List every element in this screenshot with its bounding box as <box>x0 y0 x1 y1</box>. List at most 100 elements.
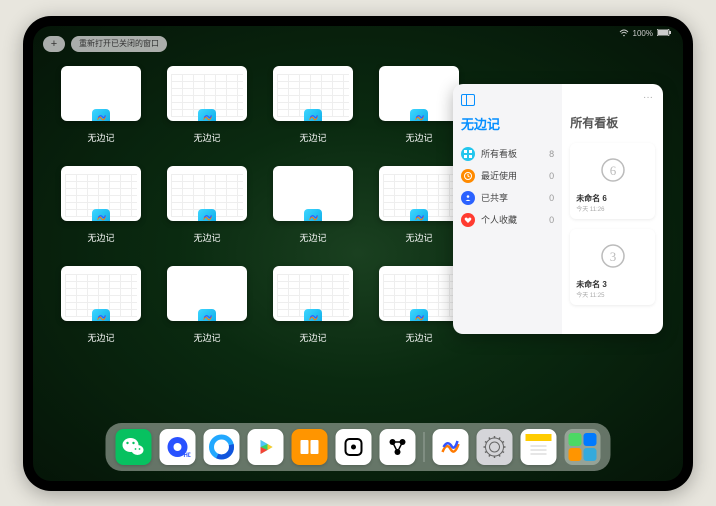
dice-app-icon[interactable] <box>336 429 372 465</box>
window-thumbnail[interactable]: 无边记 <box>61 166 141 244</box>
settings-app-icon[interactable] <box>477 429 513 465</box>
window-thumbnail[interactable]: 无边记 <box>167 166 247 244</box>
svg-text:3: 3 <box>609 249 616 264</box>
freeform-app-icon <box>198 209 216 221</box>
window-thumbnail[interactable]: 无边记 <box>379 166 459 244</box>
board-preview: 6 <box>576 149 649 191</box>
wifi-icon <box>619 29 629 39</box>
thumbnail-preview <box>167 166 247 221</box>
window-grid: 无边记 无边记 无边记 无边记 无边记 无边记 无边记 无边记 <box>61 66 459 344</box>
thumbnail-preview <box>379 166 459 221</box>
window-thumbnail[interactable]: 无边记 <box>167 266 247 344</box>
board-title: 未命名 3 <box>576 279 649 290</box>
thumbnail-preview <box>167 266 247 321</box>
clock-icon <box>461 169 475 183</box>
connect-app-icon[interactable] <box>380 429 416 465</box>
freeform-app-icon <box>410 309 428 321</box>
sidebar-item-grid[interactable]: 所有看板 8 <box>461 143 554 165</box>
window-thumbnail[interactable]: 无边记 <box>61 66 141 144</box>
share-icon <box>461 191 475 205</box>
thumbnail-label: 无边记 <box>193 231 220 244</box>
window-thumbnail[interactable]: 无边记 <box>167 66 247 144</box>
window-thumbnail[interactable]: 无边记 <box>273 266 353 344</box>
battery-icon <box>657 29 671 38</box>
thumbnail-preview <box>167 66 247 121</box>
top-bar: + 重新打开已关闭的窗口 <box>43 36 167 52</box>
thumbnail-label: 无边记 <box>87 231 114 244</box>
browser1-app-icon[interactable]: HD <box>160 429 196 465</box>
browser2-app-icon[interactable] <box>204 429 240 465</box>
thumbnail-label: 无边记 <box>405 131 432 144</box>
more-icon[interactable]: ··· <box>643 92 653 103</box>
card-title: 无边记 <box>461 114 554 133</box>
nav-count: 0 <box>549 215 554 225</box>
sidebar-toggle-icon[interactable] <box>461 94 475 106</box>
freeform-app-icon <box>92 109 110 121</box>
ipad-device: 100% + 重新打开已关闭的窗口 无边记 无边记 无边记 <box>23 16 693 491</box>
thumbnail-preview <box>273 66 353 121</box>
board-title: 未命名 6 <box>576 193 649 204</box>
sidebar-item-heart[interactable]: 个人收藏 0 <box>461 209 554 231</box>
thumbnail-preview <box>379 66 459 121</box>
thumbnail-preview <box>61 266 141 321</box>
board-subtitle: 今天 11:26 <box>576 204 649 213</box>
freeform-app-icon <box>92 209 110 221</box>
nav-count: 8 <box>549 149 554 159</box>
screen: 100% + 重新打开已关闭的窗口 无边记 无边记 无边记 <box>33 26 683 481</box>
thumbnail-preview <box>61 66 141 121</box>
app-library-folder[interactable] <box>565 429 601 465</box>
thumbnail-label: 无边记 <box>193 331 220 344</box>
wechat-app-icon[interactable] <box>116 429 152 465</box>
board-subtitle: 今天 11:25 <box>576 290 649 299</box>
window-thumbnail[interactable]: 无边记 <box>273 166 353 244</box>
freeform-app-icon[interactable] <box>433 429 469 465</box>
svg-text:6: 6 <box>609 163 616 178</box>
freeform-app-icon <box>410 109 428 121</box>
window-thumbnail[interactable]: 无边记 <box>61 266 141 344</box>
nav-label: 已共享 <box>481 191 508 204</box>
freeform-app-icon <box>304 109 322 121</box>
board-item[interactable]: 3 未命名 3 今天 11:25 <box>570 229 655 305</box>
nav-label: 个人收藏 <box>481 213 517 226</box>
sidebar-item-clock[interactable]: 最近使用 0 <box>461 165 554 187</box>
thumbnail-preview <box>379 266 459 321</box>
dock: HD <box>106 423 611 471</box>
play-app-icon[interactable] <box>248 429 284 465</box>
card-content: 所有看板 6 未命名 6 今天 11:26 3 未命名 3 今天 11:25 <box>562 84 663 334</box>
plus-icon: + <box>51 38 57 50</box>
thumbnail-label: 无边记 <box>299 331 326 344</box>
thumbnail-preview <box>61 166 141 221</box>
battery-text: 100% <box>633 29 653 38</box>
thumbnail-label: 无边记 <box>405 331 432 344</box>
books-app-icon[interactable] <box>292 429 328 465</box>
freeform-app-icon <box>92 309 110 321</box>
window-thumbnail[interactable]: 无边记 <box>379 266 459 344</box>
content-title: 所有看板 <box>570 114 655 131</box>
thumbnail-label: 无边记 <box>405 231 432 244</box>
board-preview: 3 <box>576 235 649 277</box>
notes-app-icon[interactable] <box>521 429 557 465</box>
window-thumbnail[interactable]: 无边记 <box>379 66 459 144</box>
heart-icon <box>461 213 475 227</box>
window-thumbnail[interactable]: 无边记 <box>273 66 353 144</box>
expanded-window-card[interactable]: ··· 无边记 所有看板 8 最近使用 0 已共享 0 个人收藏 0 所有看板 … <box>453 84 663 334</box>
thumbnail-label: 无边记 <box>193 131 220 144</box>
freeform-app-icon <box>304 209 322 221</box>
status-bar: 100% <box>619 29 671 39</box>
reopen-closed-window-button[interactable]: 重新打开已关闭的窗口 <box>71 36 167 52</box>
board-item[interactable]: 6 未命名 6 今天 11:26 <box>570 143 655 219</box>
nav-label: 最近使用 <box>481 169 517 182</box>
freeform-app-icon <box>304 309 322 321</box>
sidebar-item-share[interactable]: 已共享 0 <box>461 187 554 209</box>
thumbnail-label: 无边记 <box>87 131 114 144</box>
freeform-app-icon <box>198 309 216 321</box>
thumbnail-label: 无边记 <box>299 231 326 244</box>
nav-count: 0 <box>549 171 554 181</box>
thumbnail-label: 无边记 <box>299 131 326 144</box>
thumbnail-preview <box>273 166 353 221</box>
freeform-app-icon <box>410 209 428 221</box>
grid-icon <box>461 147 475 161</box>
dock-separator <box>424 432 425 462</box>
new-window-button[interactable]: + <box>43 36 65 52</box>
svg-text:HD: HD <box>184 453 191 459</box>
